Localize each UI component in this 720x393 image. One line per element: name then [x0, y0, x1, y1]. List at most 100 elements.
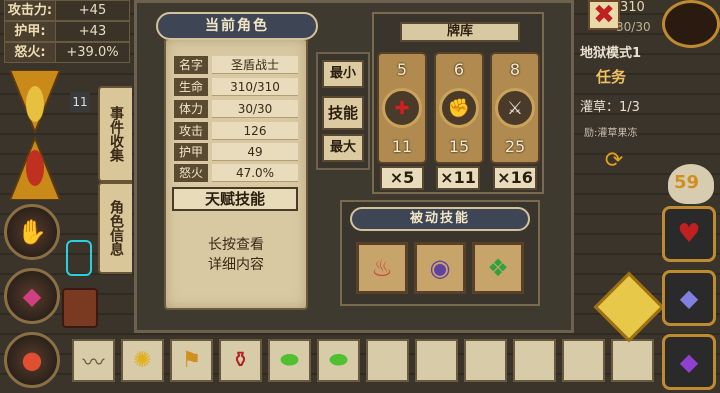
quest-progress: 灌草：1/3 [580, 100, 640, 115]
attr-key: 名字 [174, 56, 208, 74]
card-cost: 6 [453, 60, 465, 79]
stat-attack: 攻击力: +45 [4, 0, 130, 21]
attr-row-name: 名字 圣盾战士 [174, 56, 298, 74]
attr-value: 圣盾战士 [212, 56, 298, 74]
flag-icon: ⚑ [181, 348, 202, 373]
side-count-badge: 11 [70, 92, 90, 112]
heart-icon: ♥ [677, 219, 701, 249]
gold-count: 59 [674, 172, 700, 193]
sort-min-button[interactable]: 最小 [322, 60, 364, 88]
purple-gem-button[interactable]: ◆ [662, 334, 716, 390]
passive-slot-3[interactable]: ❖ [472, 242, 524, 294]
inventory-slot[interactable]: ⬬ [317, 339, 360, 382]
attr-key: 生命 [174, 78, 208, 96]
inventory-slot[interactable] [513, 339, 556, 382]
inventory-slot[interactable] [464, 339, 507, 382]
sort-max-button[interactable]: 最大 [322, 134, 364, 162]
card-cost: 5 [396, 60, 408, 79]
blue-crystal-icon: ◆ [679, 284, 699, 312]
tab-role-info[interactable]: 角色信息 [98, 182, 132, 274]
hint-line-1: 长按查看 [208, 237, 264, 253]
card-value: 11 [391, 137, 413, 156]
purple-gem-icon: ◆ [679, 348, 699, 376]
tab-event-collection[interactable]: 事件收集 [98, 86, 132, 182]
crystal-skill-button[interactable]: ◆ [4, 268, 60, 324]
card-title-banner: 当前角色 [156, 12, 318, 40]
crystal-icon: ◆ [22, 282, 42, 310]
green-turtle-icon: ❖ [487, 254, 509, 282]
deck-card-1[interactable]: 5 ✚ 11 [377, 52, 427, 164]
stat-value: +43 [78, 24, 107, 39]
inventory-slot[interactable]: ✺ [121, 339, 164, 382]
attr-value: 49 [212, 143, 298, 161]
refresh-icon[interactable]: ⟳ [600, 148, 628, 173]
fist-icon: ✊ [439, 88, 479, 128]
sword-icon: ⚔ [495, 88, 535, 128]
red-cross-icon: ✚ [382, 88, 422, 128]
quest-title: 任务 [596, 68, 627, 86]
stat-armor: 护甲: +43 [4, 21, 130, 42]
card-value: 25 [504, 137, 526, 156]
stat-label: 护甲: [5, 22, 56, 41]
passive-slot-2[interactable]: ◉ [414, 242, 466, 294]
attr-value: 126 [212, 122, 298, 140]
inventory-slot[interactable] [366, 339, 409, 382]
heart-potion-button[interactable]: ♥ [662, 206, 716, 262]
stamina-partial: 30/30 [616, 20, 651, 34]
attr-row-rage: 怒火 47.0% [174, 164, 298, 182]
attr-key: 体力 [174, 100, 208, 118]
inventory-slot[interactable] [562, 339, 605, 382]
crystal-item-button[interactable]: ◆ [662, 270, 716, 326]
deck-card-3[interactable]: 8 ⚔ 25 [490, 52, 540, 164]
attr-value: 30/30 [212, 100, 298, 118]
attr-key: 怒火 [174, 164, 208, 182]
glove-icon: ✋ [17, 218, 47, 246]
scroll-icon: 〰 [82, 350, 105, 376]
stat-value: +39.0% [66, 45, 119, 60]
green-slime-icon: ⬬ [280, 348, 299, 373]
attr-row-stamina: 体力 30/30 [174, 100, 298, 118]
deck-card-2[interactable]: 6 ✊ 15 [434, 52, 484, 164]
glove-skill-button[interactable]: ✋ [4, 204, 60, 260]
inventory-slot[interactable]: ⬬ [268, 339, 311, 382]
card-count: ×16 [493, 166, 537, 190]
attr-row-attack: 攻击 126 [174, 122, 298, 140]
inventory-slot[interactable] [415, 339, 458, 382]
inventory-slot[interactable] [611, 339, 654, 382]
hp-partial: 310 [620, 0, 645, 15]
attr-row-hp: 生命 310/310 [174, 78, 298, 96]
dark-orb-icon: ◉ [429, 254, 451, 282]
passive-title: 被动技能 [350, 207, 530, 231]
sun-icon: ✺ [133, 348, 152, 373]
deck-title: 牌库 [400, 22, 520, 42]
card-value: 15 [448, 137, 470, 156]
potion-icon: ⚱ [231, 348, 250, 373]
stat-label: 攻击力: [5, 1, 56, 20]
stat-label: 怒火: [5, 43, 56, 62]
close-icon: ✖ [593, 0, 615, 30]
green-slime-icon: ⬬ [329, 348, 348, 373]
sort-skill-button[interactable]: 技能 [322, 96, 364, 130]
hint-line-2: 详细内容 [208, 257, 264, 273]
portrait-orb-icon[interactable] [662, 0, 720, 48]
inventory-slot[interactable]: 〰 [72, 339, 115, 382]
inventory-slot[interactable]: ⚱ [219, 339, 262, 382]
orb-skill-button[interactable]: ● [4, 332, 60, 388]
book-icon[interactable] [62, 288, 98, 328]
attr-value: 310/310 [212, 78, 298, 96]
card-cost: 8 [509, 60, 521, 79]
card-count: ×5 [380, 166, 424, 190]
lightning-icon[interactable] [66, 240, 92, 276]
mode-label: 地狱模式1 [580, 46, 642, 61]
inventory-slot[interactable]: ⚑ [170, 339, 213, 382]
attr-row-armor: 护甲 49 [174, 143, 298, 161]
card-count: ×11 [436, 166, 480, 190]
attr-value: 47.0% [212, 164, 298, 182]
stat-rage: 怒火: +39.0% [4, 42, 130, 63]
stat-value: +45 [78, 3, 107, 18]
fire-spirit-icon: ♨ [371, 254, 393, 282]
attr-key: 攻击 [174, 122, 208, 140]
passive-slot-1[interactable]: ♨ [356, 242, 408, 294]
attr-key: 护甲 [174, 143, 208, 161]
talent-skill-button[interactable]: 天赋技能 [172, 187, 298, 211]
